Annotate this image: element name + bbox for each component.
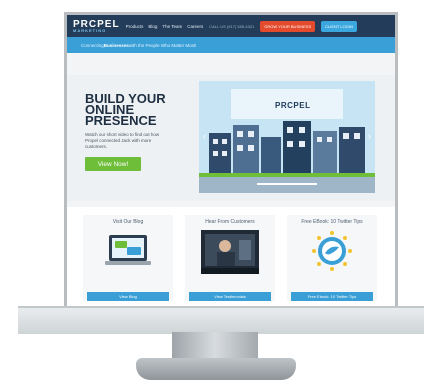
view-blog-button[interactable]: View Blog <box>87 292 169 301</box>
monitor-chin <box>18 306 424 334</box>
monitor-screen: PRCPEL MARKETING Products Blog The Team … <box>64 12 398 309</box>
hero-title: BUILD YOUR ONLINE PRESENCE <box>85 92 185 128</box>
hero-video[interactable]: PRCPEL ‹ › <box>199 81 375 193</box>
hero-text: BUILD YOUR ONLINE PRESENCE Watch our sho… <box>85 92 185 171</box>
phone-number: CALL US (917) 555-4321 <box>209 23 255 29</box>
card-title: Free EBook: 10 Twitter Tips <box>301 219 363 225</box>
city-illustration <box>199 81 375 193</box>
view-testimonials-button[interactable]: View Testimonials <box>189 292 271 301</box>
tagline-bold: Businesses <box>103 42 129 48</box>
card-title: Visit Our Blog <box>112 219 144 225</box>
tagline-pre: Connecting <box>81 42 104 48</box>
hero-title-line: PRESENCE <box>85 113 157 128</box>
laptop-chat-icon <box>105 235 151 265</box>
testimonial-video-thumbnail <box>201 230 259 274</box>
card-testimonials[interactable]: Hear From Customers View Testimonials <box>185 215 275 301</box>
site-header: PRCPEL MARKETING Products Blog The Team … <box>67 15 395 37</box>
video-logo: PRCPEL <box>275 101 311 110</box>
video-prev-arrow-icon[interactable]: ‹ <box>203 131 206 141</box>
main-nav: Products Blog The Team Careers <box>126 24 204 29</box>
card-title: Hear From Customers <box>205 219 255 225</box>
view-now-button[interactable]: View Now! <box>85 157 141 171</box>
monitor: PRCPEL MARKETING Products Blog The Team … <box>0 0 426 392</box>
nav-item-products[interactable]: Products <box>126 24 144 29</box>
hero-section: BUILD YOUR ONLINE PRESENCE Watch our sho… <box>67 75 395 201</box>
tagline-post: with the People Who Matter Most! <box>128 42 197 48</box>
grow-your-business-button[interactable]: GROW YOUR BUSINESS <box>260 20 316 32</box>
feature-cards: Visit Our Blog View Blog Hear From Custo… <box>67 207 395 309</box>
monitor-stand-neck <box>172 332 258 360</box>
hero-subtitle: Watch our short video to find out how Pr… <box>85 132 160 149</box>
card-ebook[interactable]: Free EBook: 10 Twitter Tips Free Ebook: … <box>287 215 377 301</box>
monitor-stand-base <box>136 358 296 380</box>
tagline-bar: Connecting Businesses with the People Wh… <box>67 37 395 53</box>
nav-item-careers[interactable]: Careers <box>187 24 203 29</box>
client-login-button[interactable]: CLIENT LOGIN <box>321 20 357 32</box>
site-logo[interactable]: PRCPEL MARKETING <box>73 19 120 33</box>
nav-item-blog[interactable]: Blog <box>148 24 157 29</box>
card-blog[interactable]: Visit Our Blog View Blog <box>83 215 173 301</box>
video-next-arrow-icon[interactable]: › <box>368 131 371 141</box>
free-ebook-button[interactable]: Free Ebook: 10 Twitter Tips <box>291 292 373 301</box>
twitter-bird-icon <box>312 231 352 271</box>
nav-item-the-team[interactable]: The Team <box>162 24 182 29</box>
